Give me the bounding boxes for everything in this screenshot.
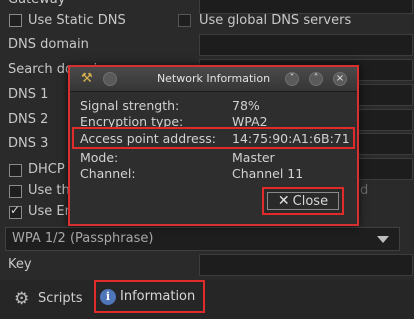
- dropdown-arrow-icon: [377, 236, 389, 243]
- key-field[interactable]: [199, 254, 413, 276]
- information-label: Information: [120, 289, 196, 304]
- use-these-checkbox[interactable]: [9, 185, 22, 198]
- dns-domain-label: DNS domain: [8, 37, 89, 52]
- network-information-dialog: ⚒ Network Information ˅ ˄ × Signal stren…: [68, 65, 359, 226]
- maximize-button[interactable]: ˄: [309, 72, 323, 86]
- channel-value: Channel 11: [232, 166, 304, 181]
- dialog-titlebar: ⚒ Network Information ˅ ˄ ×: [70, 67, 357, 92]
- use-static-dns-checkbox[interactable]: [9, 14, 22, 27]
- close-button[interactable]: ✕ Close: [262, 187, 344, 215]
- key-label: Key: [8, 257, 32, 272]
- scripts-label: Scripts: [38, 291, 83, 306]
- mode-key: Mode:: [80, 150, 119, 165]
- minimize-button[interactable]: ˅: [285, 72, 299, 86]
- dns2-label: DNS 2: [8, 112, 49, 127]
- access-point-value: 14:75:90:A1:6B:71: [232, 131, 350, 146]
- mode-value: Master: [232, 150, 275, 165]
- close-button-focus-ring: [267, 192, 339, 210]
- dns-domain-field[interactable]: [199, 34, 413, 56]
- titlebar-close-button[interactable]: ×: [333, 72, 347, 86]
- encryption-type-dropdown[interactable]: WPA 1/2 (Passphrase): [5, 227, 400, 251]
- dns3-label: DNS 3: [8, 136, 49, 151]
- use-global-dns-label: Use global DNS servers: [199, 13, 352, 28]
- use-global-dns-checkbox[interactable]: [178, 14, 191, 27]
- gear-icon: ⚙: [14, 288, 30, 309]
- use-static-dns-label: Use Static DNS: [28, 13, 126, 28]
- scripts-button[interactable]: ⚙ Scripts: [14, 288, 82, 310]
- dns1-label: DNS 1: [8, 87, 49, 102]
- info-icon: i: [100, 288, 116, 305]
- signal-strength-value: 78%: [232, 98, 260, 113]
- signal-strength-key: Signal strength:: [80, 98, 180, 113]
- dhcp-hostname-checkbox[interactable]: [9, 164, 22, 177]
- information-button[interactable]: i Information: [94, 280, 205, 313]
- channel-key: Channel:: [80, 166, 136, 181]
- wicd-settings-window: Gateway Use Static DNS Use global DNS se…: [0, 0, 414, 319]
- encryption-type-value: WPA 1/2 (Passphrase): [12, 231, 154, 246]
- access-point-key: Access point address:: [80, 131, 216, 146]
- faded-d-label: d: [360, 183, 369, 198]
- use-encryption-checkbox[interactable]: [9, 203, 22, 219]
